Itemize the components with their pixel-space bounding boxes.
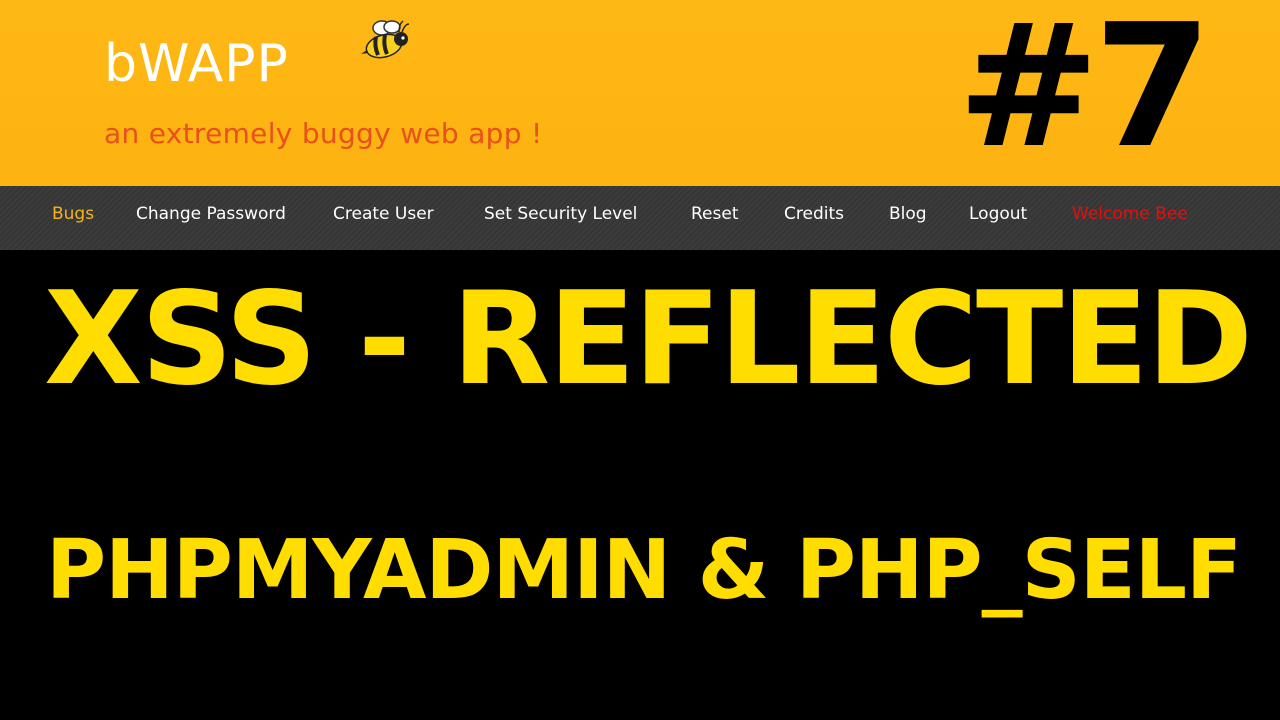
main-navbar: Bugs Change Password Create User Set Sec… bbox=[0, 186, 1280, 250]
welcome-user-text: Welcome Bee bbox=[1072, 204, 1188, 224]
main-title: XSS - REFLECTED bbox=[44, 265, 1253, 414]
header-banner: bWAPP an extremely buggy web app ! #7 bbox=[0, 0, 1280, 186]
nav-item-change-password[interactable]: Change Password bbox=[136, 206, 286, 223]
main-subtitle: PHPMYADMIN & PHP_SELF bbox=[46, 523, 1242, 618]
page: bWAPP an extremely buggy web app ! #7 Bu… bbox=[0, 0, 1280, 720]
bee-icon bbox=[361, 20, 410, 59]
nav-item-credits[interactable]: Credits bbox=[784, 206, 844, 223]
nav-item-logout[interactable]: Logout bbox=[969, 206, 1027, 223]
nav-item-blog[interactable]: Blog bbox=[889, 206, 927, 223]
nav-item-reset[interactable]: Reset bbox=[691, 206, 739, 223]
nav-item-bugs[interactable]: Bugs bbox=[52, 206, 94, 223]
episode-number: #7 bbox=[957, 0, 1212, 186]
app-tagline: an extremely buggy web app ! bbox=[104, 117, 543, 150]
nav-item-create-user[interactable]: Create User bbox=[333, 206, 434, 223]
nav-item-set-security-level[interactable]: Set Security Level bbox=[484, 206, 637, 223]
app-logo[interactable]: bWAPP bbox=[104, 38, 289, 90]
